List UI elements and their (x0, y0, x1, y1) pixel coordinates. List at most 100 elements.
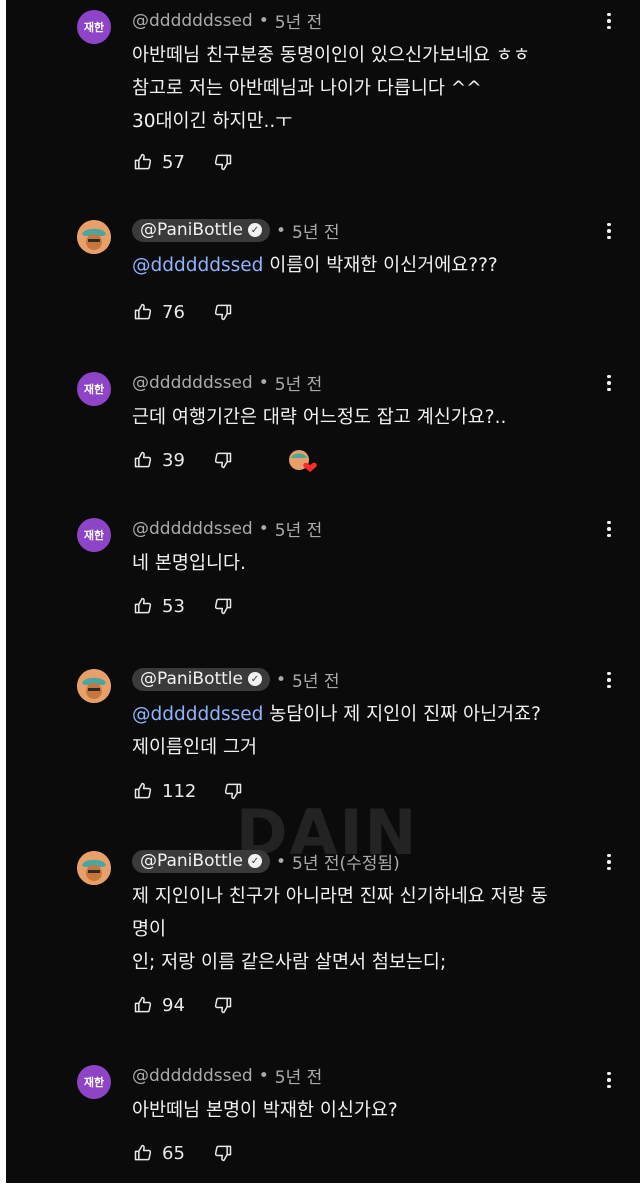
avatar[interactable] (77, 669, 111, 703)
avatar[interactable]: 재한 (77, 372, 111, 406)
comment-actions: 39 (132, 449, 234, 471)
thumbs-down-icon[interactable] (212, 301, 234, 323)
comment-text: @ddddddssed 농담이나 제 지인이 진짜 아닌거죠? 제이름인데 그거 (132, 698, 602, 764)
mention-link[interactable]: @ddddddssed (132, 255, 263, 276)
comment-meta: @ddddddssed • 5년 전 (132, 370, 323, 396)
comment-time: 5년 전 (274, 1068, 323, 1088)
avatar[interactable] (77, 220, 111, 254)
comment-line: 근데 여행기간은 대략 어느정도 잡고 계신가요?.. (132, 407, 507, 428)
comment-meta: @ddddddssed • 5년 전 (132, 8, 323, 34)
comment-time: 5년 전(수정됨) (292, 854, 400, 874)
author-handle: @PaniBottle (140, 220, 243, 240)
comment-time: 5년 전 (274, 521, 323, 541)
comment-actions: 53 (132, 595, 234, 617)
thumbs-up-icon[interactable] (132, 595, 154, 617)
verified-check-icon: ✓ (247, 223, 262, 237)
creator-heart-icon (288, 448, 318, 474)
comment-meta: @PaniBottle ✓ • 5년 전 (132, 667, 340, 692)
author-handle: @PaniBottle (140, 669, 243, 689)
comment-line: 아반떼님 본명이 박재한 이신가요? (132, 1100, 398, 1121)
avatar-initials: 재한 (83, 1076, 105, 1089)
more-vert-icon[interactable] (600, 667, 618, 693)
more-vert-icon[interactable] (600, 849, 618, 875)
author-handle[interactable]: @ddddddssed (132, 11, 253, 31)
like-count: 53 (162, 595, 185, 617)
thumbs-up-icon[interactable] (132, 780, 154, 802)
avatar[interactable] (77, 851, 111, 885)
avatar-initials: 재한 (83, 383, 105, 396)
avatar-initials: 재한 (83, 529, 105, 542)
author-handle[interactable]: @ddddddssed (132, 1066, 253, 1086)
mention-link[interactable]: @ddddddssed (132, 704, 263, 725)
comment-time: 5년 전 (274, 375, 323, 395)
verified-check-icon: ✓ (247, 672, 262, 686)
comment-actions: 76 (132, 301, 234, 323)
thumbs-up-icon[interactable] (132, 994, 154, 1016)
comment-meta: @ddddddssed • 5년 전 (132, 516, 323, 542)
more-vert-icon[interactable] (600, 1067, 618, 1093)
left-frame-strip (0, 0, 6, 1189)
thumbs-down-icon[interactable] (212, 994, 234, 1016)
thumbs-down-icon[interactable] (212, 151, 234, 173)
separator-dot: • (258, 372, 269, 393)
author-handle[interactable]: @ddddddssed (132, 519, 253, 539)
creator-handle-chip[interactable]: @PaniBottle ✓ (132, 668, 270, 691)
avatar-initials: 재한 (83, 21, 105, 34)
like-count: 57 (162, 151, 185, 173)
comment-time: 5년 전 (274, 13, 323, 33)
comment-actions: 57 (132, 151, 234, 173)
comment-line: 참고로 저는 아반떼님과 나이가 다릅니다 ^^ (132, 78, 482, 99)
comment-text: 근데 여행기간은 대략 어느정도 잡고 계신가요?.. (132, 401, 602, 434)
separator-dot: • (258, 518, 269, 539)
comment-time: 5년 전 (292, 672, 340, 692)
thumbs-down-icon[interactable] (212, 449, 234, 471)
more-vert-icon[interactable] (600, 516, 618, 542)
avatar[interactable]: 재한 (77, 10, 111, 44)
bottom-frame-strip (0, 1183, 640, 1189)
thumbs-down-icon[interactable] (212, 1142, 234, 1164)
more-vert-icon[interactable] (600, 218, 618, 244)
comment-meta: @ddddddssed • 5년 전 (132, 1063, 323, 1089)
comment-line: 인; 저랑 이름 같은사람 살면서 첨보는디; (132, 952, 447, 973)
creator-handle-chip[interactable]: @PaniBottle ✓ (132, 219, 270, 242)
comment-line: 아반떼님 친구분중 동명이인이 있으신가보네요 ㅎㅎ (132, 45, 530, 66)
like-count: 76 (162, 301, 185, 323)
comment-line: 제이름인데 그거 (132, 737, 258, 758)
thumbs-up-icon[interactable] (132, 449, 154, 471)
more-vert-icon[interactable] (600, 8, 618, 34)
comment-text: @ddddddssed 이름이 박재한 이신거에요??? (132, 249, 602, 282)
comment-actions: 112 (132, 780, 244, 802)
comment-text: 네 본명입니다. (132, 547, 602, 580)
comment-actions: 65 (132, 1142, 234, 1164)
like-count: 94 (162, 994, 185, 1016)
comment-line-text: 이름이 박재한 이신거에요??? (269, 255, 498, 276)
comment-text: 제 지인이나 친구가 아니라면 진짜 신기하네요 저랑 동 명이 인; 저랑 이… (132, 880, 602, 979)
comment-line: @ddddddssed 농담이나 제 지인이 진짜 아닌거죠? (132, 698, 602, 731)
separator-dot: • (258, 10, 269, 31)
comment-line: 네 본명입니다. (132, 553, 246, 574)
separator-dot: • (275, 851, 287, 872)
author-handle[interactable]: @ddddddssed (132, 373, 253, 393)
separator-dot: • (275, 669, 287, 690)
avatar[interactable]: 재한 (77, 1065, 111, 1099)
comment-line: @ddddddssed 이름이 박재한 이신거에요??? (132, 249, 602, 282)
thumbs-up-icon[interactable] (132, 151, 154, 173)
avatar[interactable]: 재한 (77, 518, 111, 552)
more-vert-icon[interactable] (600, 370, 618, 396)
like-count: 112 (162, 780, 197, 802)
separator-dot: • (258, 1065, 269, 1086)
comment-line: 30대이긴 하지만..ㅜ (132, 111, 293, 132)
comment-text: 아반떼님 친구분중 동명이인이 있으신가보네요 ㅎㅎ 참고로 저는 아반떼님과 … (132, 39, 602, 138)
like-count: 39 (162, 449, 185, 471)
thumbs-up-icon[interactable] (132, 301, 154, 323)
verified-check-icon: ✓ (247, 854, 262, 868)
thumbs-up-icon[interactable] (132, 1142, 154, 1164)
comment-line: 제 지인이나 친구가 아니라면 진짜 신기하네요 저랑 동 (132, 886, 548, 907)
comment-text: 아반떼님 본명이 박재한 이신가요? (132, 1094, 602, 1127)
creator-handle-chip[interactable]: @PaniBottle ✓ (132, 850, 270, 873)
comment-meta: @PaniBottle ✓ • 5년 전 (132, 218, 340, 243)
comment-meta: @PaniBottle ✓ • 5년 전(수정됨) (132, 849, 400, 874)
author-handle: @PaniBottle (140, 851, 243, 871)
like-count: 65 (162, 1142, 185, 1164)
thumbs-down-icon[interactable] (212, 595, 234, 617)
